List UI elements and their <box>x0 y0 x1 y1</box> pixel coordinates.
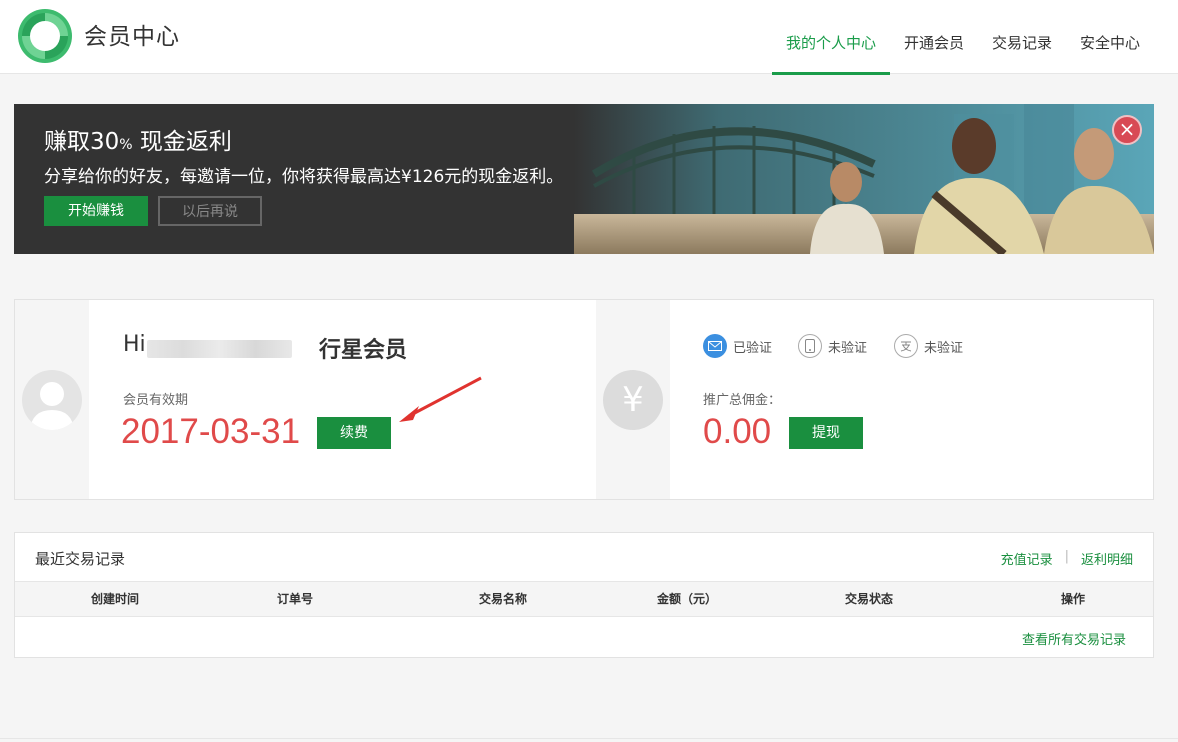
member-level: 行星会员 <box>319 338 408 363</box>
id-verify[interactable]: 未验证 <box>894 334 963 358</box>
nav-open-membership[interactable]: 开通会员 <box>890 0 978 74</box>
banner-illustration <box>574 104 1154 254</box>
commission-column: ¥ <box>596 300 670 499</box>
later-button[interactable]: 以后再说 <box>158 196 262 226</box>
recharge-records-link[interactable]: 充值记录 <box>1001 549 1053 568</box>
recent-transactions: 最近交易记录 充值记录 | 返利明细 创建时间 订单号 交易名称 金额（元） 交… <box>14 532 1154 658</box>
renew-button[interactable]: 续费 <box>317 417 391 449</box>
banner-description: 分享给你的好友，每邀请一位，你将获得最高达¥126元的现金返利。 <box>44 167 564 187</box>
transactions-title: 最近交易记录 <box>35 550 126 568</box>
username-blurred <box>147 340 292 358</box>
col-amount: 金额（元） <box>656 592 717 606</box>
valid-period-label: 会员有效期 <box>123 393 189 408</box>
col-created-time: 创建时间 <box>90 592 139 606</box>
phone-verify-label: 未验证 <box>828 340 868 356</box>
header: 会员中心 我的个人中心 开通会员 交易记录 安全中心 <box>0 0 1178 75</box>
promo-commission-value: 0.00 <box>703 412 772 451</box>
col-order-number: 订单号 <box>276 592 313 606</box>
phone-icon <box>798 334 822 358</box>
promo-banner: 赚取30% 现金返利 分享给你的好友，每邀请一位，你将获得最高达¥126元的现金… <box>14 104 1154 254</box>
col-transaction-name: 交易名称 <box>478 592 527 606</box>
logo-icon[interactable] <box>16 7 74 65</box>
withdraw-button[interactable]: 提现 <box>789 417 863 449</box>
annotation-arrow-icon <box>399 376 482 422</box>
mail-icon <box>703 334 727 358</box>
id-verify-label: 未验证 <box>924 340 964 356</box>
site-title: 会员中心 <box>84 24 180 50</box>
email-verify-label: 已验证 <box>733 340 773 356</box>
email-verify[interactable]: 已验证 <box>703 334 772 358</box>
banner-title: 赚取30% 现金返利 <box>44 129 232 155</box>
member-info-panel: Hi 行星会员 会员有效期 2017-03-31 续费 ¥ 已验证 未验证 未验… <box>14 299 1154 500</box>
avatar-column <box>15 300 89 499</box>
rebate-details-link[interactable]: 返利明细 <box>1081 549 1133 568</box>
footer-divider <box>0 738 1178 739</box>
transactions-links: 充值记录 | 返利明细 <box>1001 549 1133 568</box>
nav-security[interactable]: 安全中心 <box>1066 0 1154 74</box>
phone-verify[interactable]: 未验证 <box>798 334 867 358</box>
close-icon[interactable]: × <box>1112 115 1142 145</box>
link-separator: | <box>1064 549 1069 564</box>
start-earning-button[interactable]: 开始赚钱 <box>44 196 148 226</box>
avatar <box>22 370 82 430</box>
greeting: Hi <box>123 332 146 357</box>
promo-commission-label: 推广总佣金： <box>703 393 782 408</box>
main-nav: 我的个人中心 开通会员 交易记录 安全中心 <box>771 0 1154 75</box>
col-actions: 操作 <box>1060 592 1085 606</box>
table-header: 创建时间 订单号 交易名称 金额（元） 交易状态 操作 <box>15 581 1153 617</box>
nav-my-center[interactable]: 我的个人中心 <box>771 0 890 75</box>
col-status: 交易状态 <box>844 592 893 606</box>
nav-transactions[interactable]: 交易记录 <box>978 0 1066 74</box>
idcard-icon <box>894 334 918 358</box>
view-all-transactions-link[interactable]: 查看所有交易记录 <box>1022 629 1126 648</box>
yuan-icon: ¥ <box>603 370 663 430</box>
valid-date: 2017-03-31 <box>121 412 301 451</box>
